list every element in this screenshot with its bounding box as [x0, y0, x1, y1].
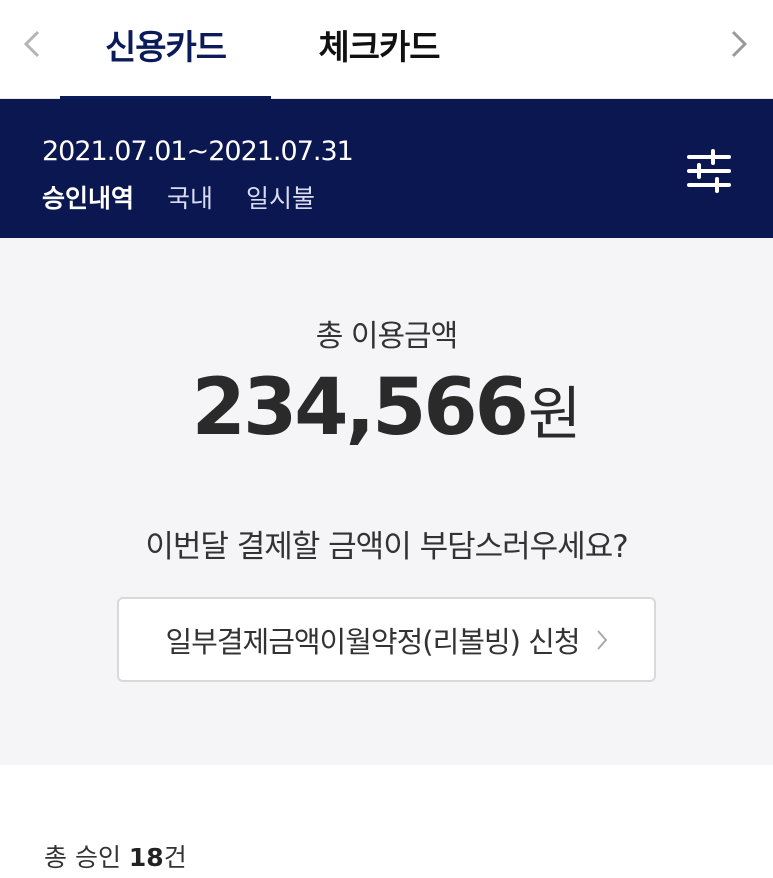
search-condition-banner: 2021.07.01~2021.07.31 승인내역 국내 일시불	[0, 99, 773, 238]
filter-summary: 승인내역 국내 일시불	[42, 179, 348, 215]
card-type-tabbar: 신용카드 체크카드	[0, 0, 773, 100]
total-usage-amount: 234,566원	[0, 363, 773, 453]
tab-credit-card[interactable]: 신용카드	[60, 0, 271, 100]
total-amount-value: 234,566	[191, 363, 529, 453]
usage-summary: 총 이용금액 234,566원 이번달 결제할 금액이 부담스러우세요? 일부결…	[0, 238, 773, 765]
filter-approval-history: 승인내역	[42, 184, 135, 213]
approval-count: 총 승인 18건	[44, 838, 187, 874]
tab-check-card[interactable]: 체크카드	[291, 0, 467, 99]
approval-count-prefix: 총 승인	[44, 843, 129, 872]
revolving-apply-label: 일부결제금액이월약정(리볼빙) 신청	[165, 624, 580, 659]
chevron-right-icon	[596, 629, 608, 651]
sliders-icon[interactable]	[685, 149, 733, 193]
total-usage-label: 총 이용금액	[315, 319, 459, 354]
filter-domestic: 국내	[167, 184, 214, 213]
filter-lump-sum: 일시불	[246, 184, 316, 213]
approval-count-suffix: 건	[163, 843, 187, 872]
currency-unit: 원	[527, 380, 582, 448]
chevron-left-icon[interactable]	[12, 22, 52, 66]
revolving-apply-button[interactable]: 일부결제금액이월약정(리볼빙) 신청	[117, 597, 656, 682]
approval-count-number: 18	[128, 843, 164, 872]
revolving-question: 이번달 결제할 금액이 부담스러우세요?	[145, 529, 628, 565]
chevron-right-icon[interactable]	[719, 22, 759, 66]
search-period: 2021.07.01~2021.07.31	[42, 136, 354, 167]
